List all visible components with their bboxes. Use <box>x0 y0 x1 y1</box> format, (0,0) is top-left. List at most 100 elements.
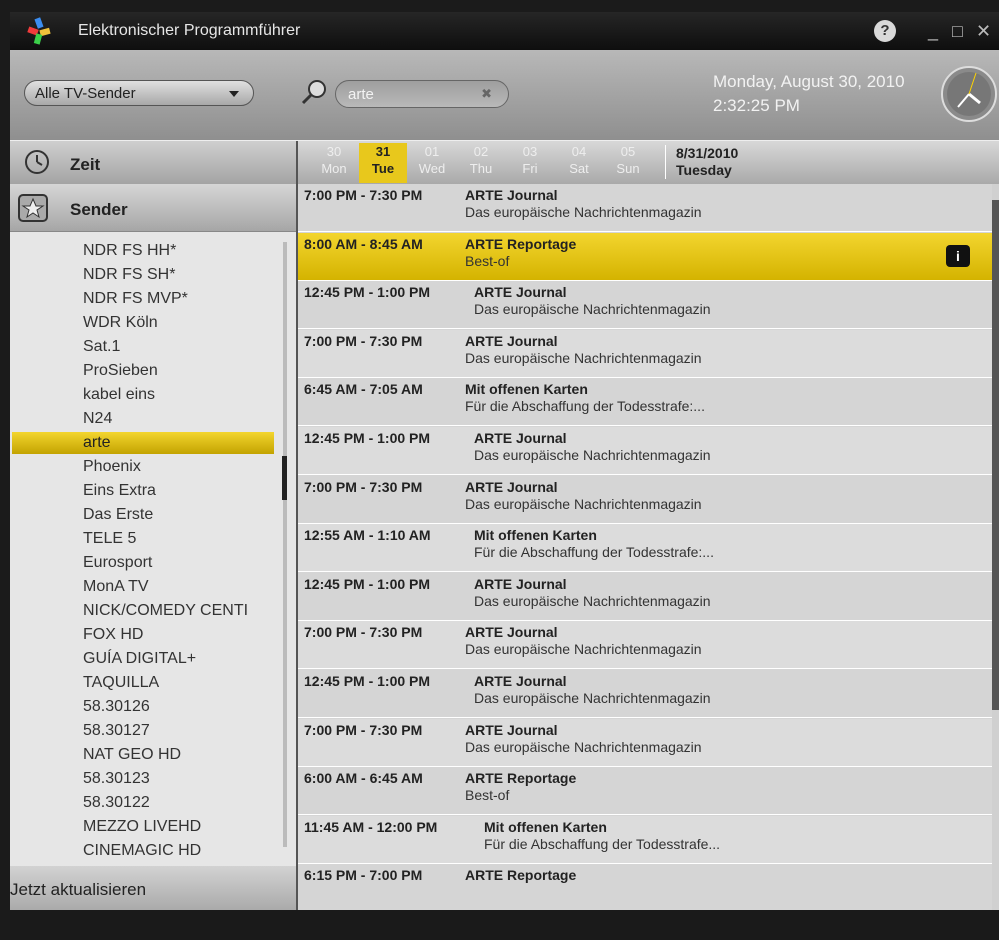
channel-item[interactable]: Phoenix <box>83 456 283 478</box>
program-subtitle: Für die Abschaffung der Todesstrafe:... <box>465 398 705 415</box>
sender-tab[interactable]: Sender <box>10 184 296 232</box>
program-title: ARTE Reportage <box>465 235 577 252</box>
channel-item[interactable]: Das Erste <box>83 504 283 526</box>
program-row[interactable]: 7:00 PM - 7:30 PM ARTE Journal Das europäi… <box>298 621 992 670</box>
program-title: ARTE Journal <box>465 624 558 641</box>
program-row[interactable]: 6:15 PM - 7:00 PM ARTE Reportage <box>298 864 992 910</box>
channel-item[interactable]: TAQUILLA <box>83 672 283 694</box>
sender-label: Sender <box>70 200 128 219</box>
minimize-button[interactable]: _ <box>928 20 938 42</box>
day-number: 02 <box>473 144 489 159</box>
day-name: Mon <box>321 161 347 176</box>
program-time: 12:45 PM - 1:00 PM <box>304 575 431 592</box>
program-subtitle: Das europäische Nachrichtenmagazin <box>465 738 702 755</box>
channel-item[interactable]: GUÍA DIGITAL+ <box>83 648 283 670</box>
channel-item[interactable]: FOX HD <box>83 624 283 646</box>
channel-item[interactable]: NDR FS SH* <box>83 264 283 286</box>
toolbar: Alle TV-Sender arte ✖ Monday, August 30,… <box>10 50 999 140</box>
program-row[interactable]: 11:45 AM - 12:00 PM Mit offenen Karten Für… <box>298 815 992 864</box>
program-row[interactable]: 12:45 PM - 1:00 PM ARTE Journal Das europä… <box>298 281 992 330</box>
channel-item[interactable]: 58.30123 <box>83 768 283 790</box>
channel-item[interactable]: NDR FS MVP* <box>83 288 283 310</box>
channel-item[interactable]: NDR FS HH* <box>83 240 283 262</box>
program-time: 11:45 AM - 12:00 PM <box>304 818 438 835</box>
program-row[interactable]: 7:00 PM - 7:30 PM ARTE Journal Das europäi… <box>298 184 992 232</box>
program-subtitle: Das europäische Nachrichtenmagazin <box>465 495 702 512</box>
program-row[interactable]: 7:00 PM - 7:30 PM ARTE Journal Das europäi… <box>298 718 992 767</box>
program-row[interactable]: 12:45 PM - 1:00 PM ARTE Journal Das europä… <box>298 670 992 718</box>
program-row[interactable]: 6:00 AM - 6:45 AM ARTE Reportage Best-of <box>298 767 992 816</box>
scroll-thumb[interactable] <box>992 200 999 710</box>
program-row[interactable]: 7:00 PM - 7:30 PM ARTE Journal Das europäi… <box>298 329 992 378</box>
channel-item[interactable]: Eins Extra <box>83 480 283 502</box>
day-name: Thu <box>469 161 493 176</box>
program-title: ARTE Journal <box>465 721 558 738</box>
program-title: ARTE Journal <box>474 673 567 689</box>
clear-search-icon[interactable]: ✖ <box>481 86 492 102</box>
program-title: ARTE Journal <box>474 575 567 592</box>
day-name: Tue <box>371 161 395 176</box>
help-button[interactable]: ? <box>874 20 896 42</box>
channel-item[interactable]: kabel eins <box>83 384 283 406</box>
program-title: ARTE Journal <box>474 430 567 446</box>
day-name: Fri <box>522 161 538 176</box>
info-button[interactable]: i <box>946 244 970 267</box>
channel-item[interactable]: N24 <box>83 408 283 430</box>
search-input[interactable]: arte ✖ <box>335 80 509 108</box>
program-time: 12:45 PM - 1:00 PM <box>304 284 431 301</box>
channel-item[interactable]: ProSieben <box>83 360 283 382</box>
program-title: ARTE Journal <box>465 332 558 349</box>
program-subtitle: Das europäische Nachrichtenmagazin <box>474 592 711 609</box>
day-number: 05 <box>620 144 636 159</box>
program-row[interactable]: 6:45 AM - 7:05 AM Mit offenen Karten Für d… <box>298 378 992 427</box>
day-name: Sun <box>616 161 640 176</box>
day-tab-1[interactable]: 31 Tue <box>359 143 407 183</box>
channel-filter-select[interactable]: Alle TV-Sender <box>24 80 254 106</box>
channel-item[interactable]: Eurosport <box>83 552 283 574</box>
channel-item[interactable]: CINEMAGIC HD <box>83 840 283 862</box>
day-tab-0[interactable]: 30 Mon <box>310 143 358 183</box>
day-tab-4[interactable]: 03 Fri <box>506 143 554 183</box>
channel-item[interactable]: 58.30126 <box>83 696 283 718</box>
program-row[interactable]: 12:45 PM - 1:00 PM ARTE Journal Das europä… <box>298 573 992 621</box>
current-time: 2:32:25 PM <box>713 96 800 115</box>
zeit-tab[interactable]: Zeit <box>10 141 298 185</box>
program-row[interactable]: 12:45 PM - 1:00 PM ARTE Journal Das europä… <box>298 427 992 475</box>
day-number: 01 <box>424 144 440 159</box>
scroll-thumb[interactable] <box>282 456 287 500</box>
channel-item[interactable]: MEZZO LIVEHD <box>83 816 283 838</box>
channel-item[interactable]: Sat.1 <box>83 336 283 358</box>
program-title: ARTE Journal <box>465 187 558 203</box>
program-row[interactable]: 7:00 PM - 7:30 PM ARTE Journal Das europäi… <box>298 476 992 524</box>
channel-scrollbar[interactable] <box>282 242 287 847</box>
program-title: Mit offenen Karten <box>465 381 588 398</box>
day-tab-5[interactable]: 04 Sat <box>555 143 603 183</box>
channel-item[interactable]: TELE 5 <box>83 528 283 550</box>
program-row[interactable]: 8:00 AM - 8:45 AM ARTE Reportage Best-of i <box>298 232 992 281</box>
day-tab-6[interactable]: 05 Sun <box>604 143 652 183</box>
program-time: 7:00 PM - 7:30 PM <box>304 721 423 738</box>
day-name: Sat <box>569 161 589 176</box>
close-button[interactable]: ✕ <box>976 20 991 42</box>
channel-item[interactable]: arte <box>12 432 274 454</box>
channel-item[interactable]: NAT GEO HD <box>83 744 283 766</box>
search-icon[interactable] <box>300 78 328 106</box>
refresh-button[interactable]: Jetzt aktualisieren <box>10 866 296 910</box>
program-row[interactable]: 12:55 AM - 1:10 AM Mit offenen Karten Für … <box>298 524 992 573</box>
channel-item[interactable]: 58.30122 <box>83 792 283 814</box>
epg-window: Elektronischer Programmführer ? _ □ ✕ Al… <box>0 0 999 940</box>
channel-item[interactable]: 58.30127 <box>83 720 283 742</box>
channel-item[interactable]: NICK/COMEDY CENTI <box>83 600 283 622</box>
maximize-button[interactable]: □ <box>952 20 963 42</box>
program-subtitle: Das europäische Nachrichtenmagazin <box>474 301 711 318</box>
program-scrollbar[interactable] <box>992 184 999 910</box>
program-subtitle: Das europäische Nachrichtenmagazin <box>465 641 702 658</box>
channel-item[interactable]: WDR Köln <box>83 312 283 334</box>
status-bar <box>10 910 999 940</box>
channel-sidebar: Sender NDR FS HH* NDR FS SH* NDR FS MVP* WD… <box>10 184 298 910</box>
day-tab-2[interactable]: 01 Wed <box>408 143 456 183</box>
day-tab-3[interactable]: 02 Thu <box>457 143 505 183</box>
channel-item[interactable]: MonA TV <box>83 576 283 598</box>
program-time: 6:15 PM - 7:00 PM <box>304 867 423 884</box>
title-bar: Elektronischer Programmführer ? _ □ ✕ <box>10 12 999 50</box>
